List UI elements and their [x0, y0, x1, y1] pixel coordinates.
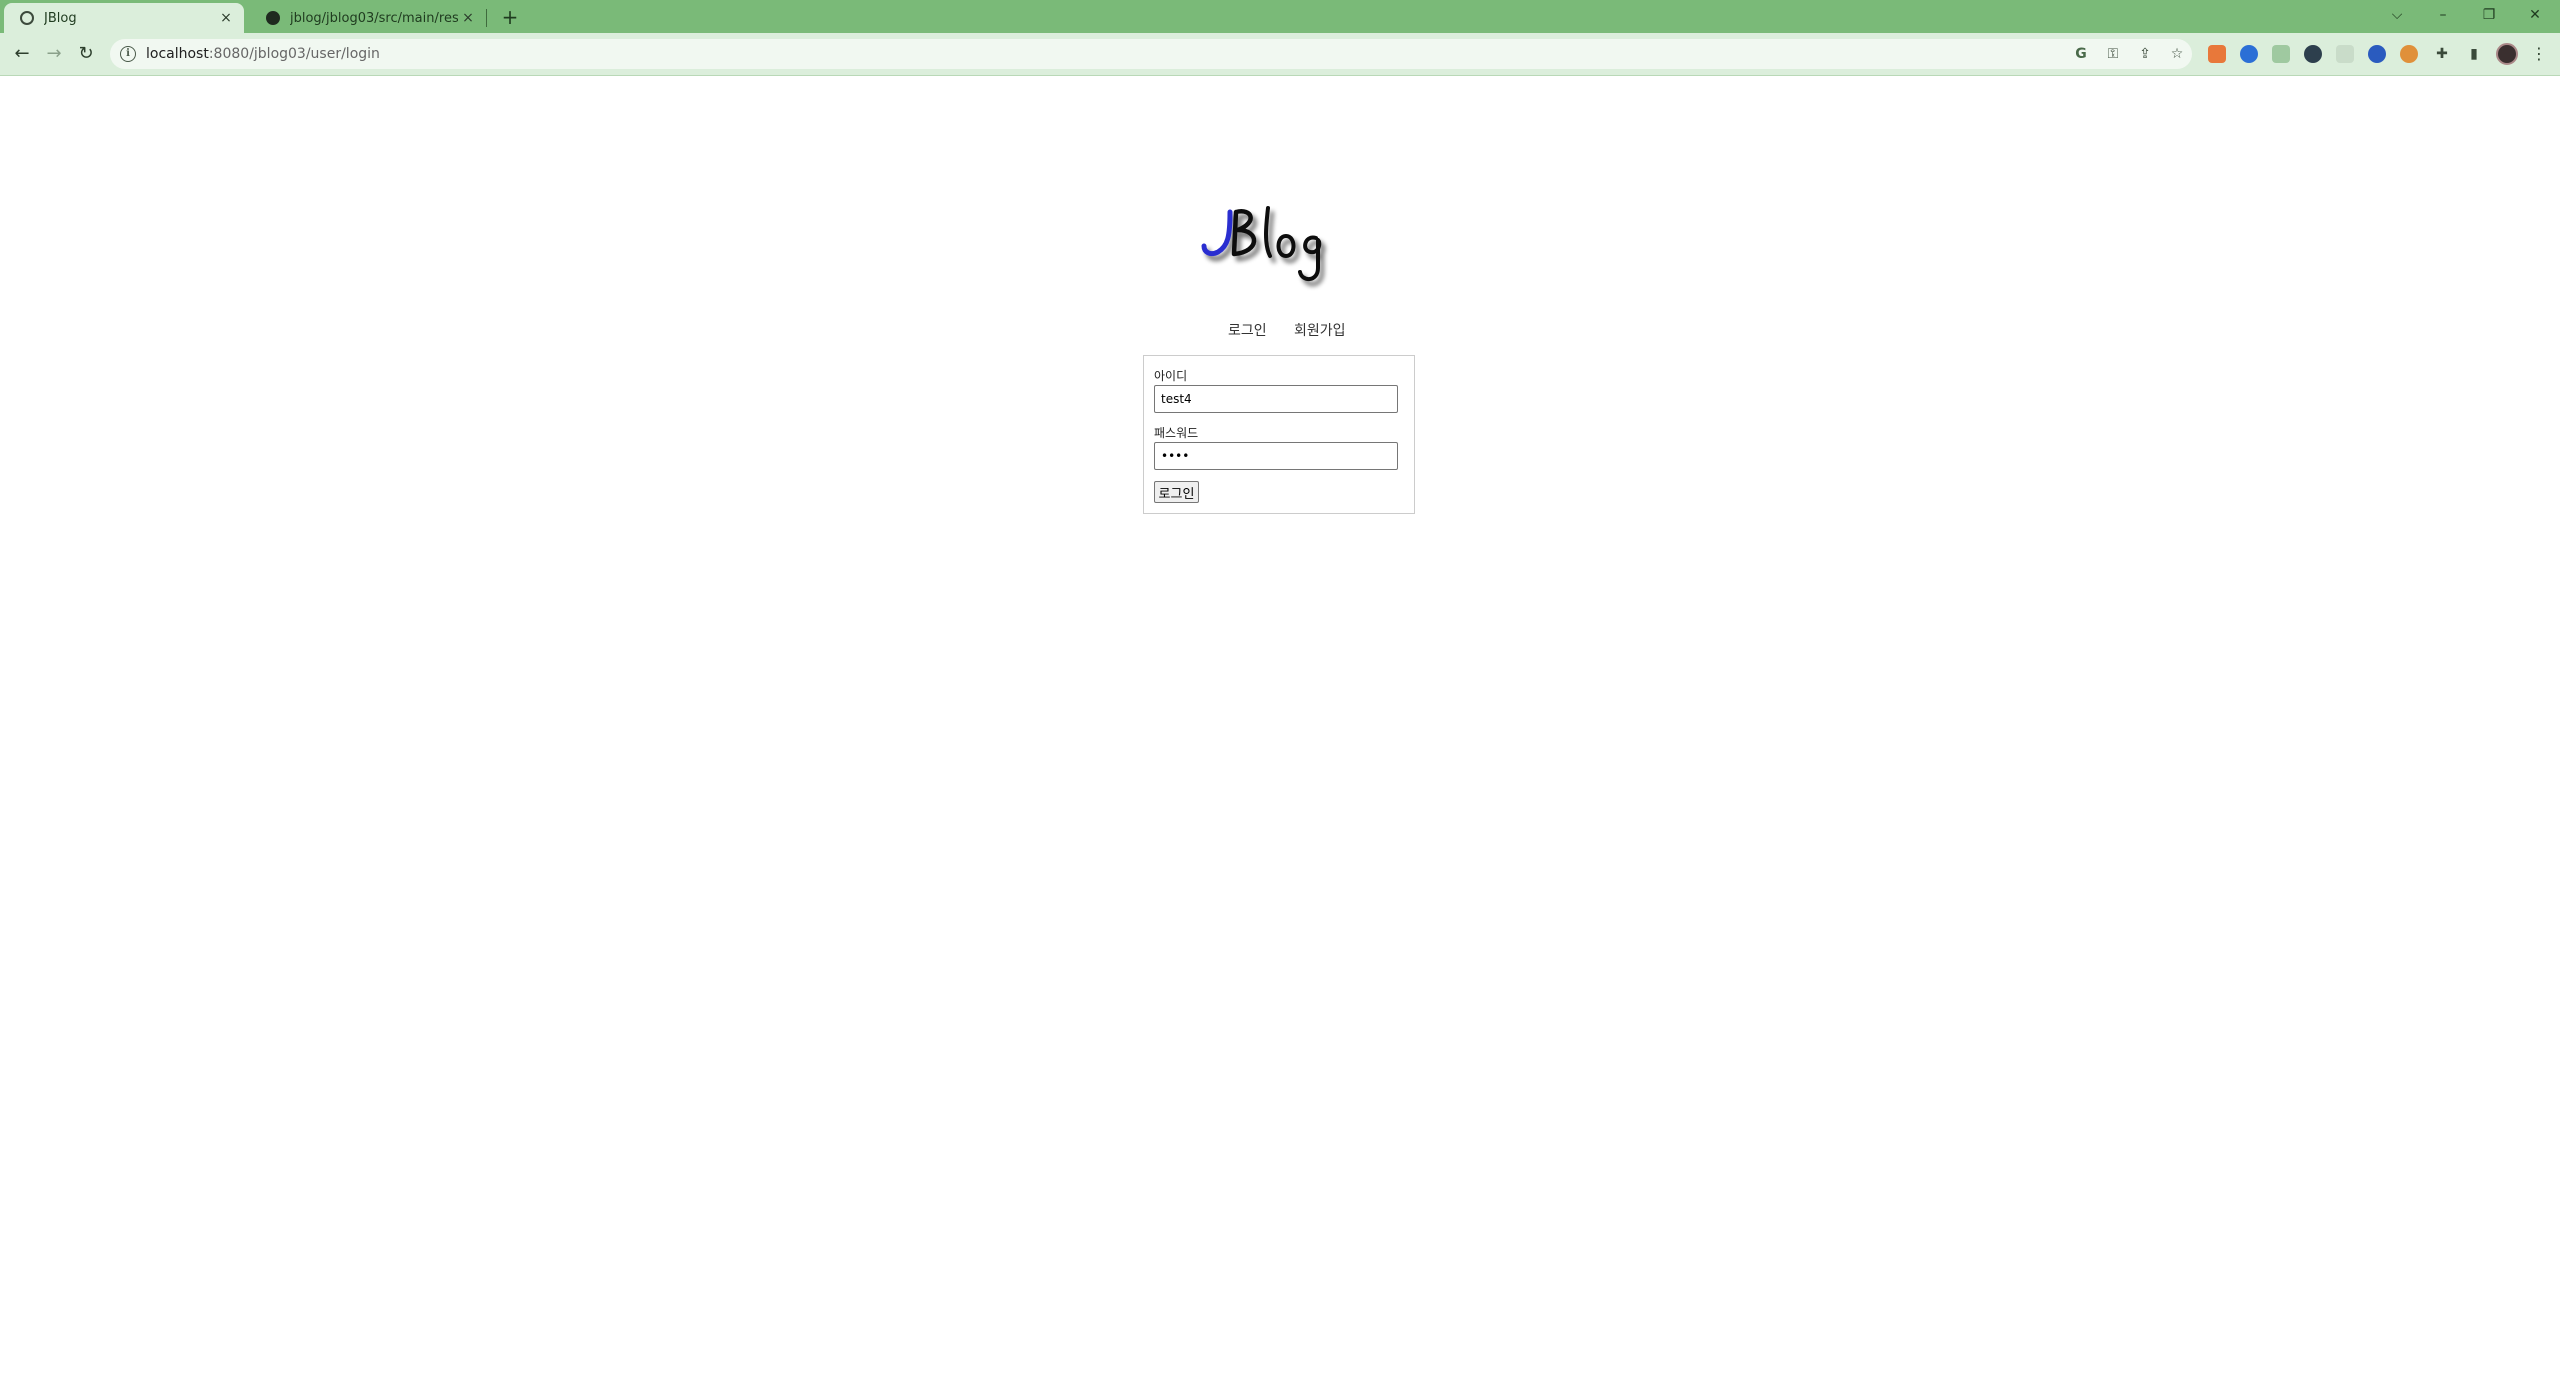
id-input[interactable]	[1154, 385, 1398, 413]
tab-search-icon[interactable]: ⌵	[2374, 0, 2420, 30]
jblog-logo	[1201, 206, 1322, 281]
extension-icon[interactable]	[2336, 45, 2354, 63]
minimize-button[interactable]: –	[2420, 0, 2466, 30]
key-icon[interactable]: ⚿	[2103, 44, 2123, 64]
id-label: 아이디	[1154, 369, 1188, 383]
address-url: localhost:8080/jblog03/user/login	[146, 46, 380, 62]
kebab-menu-icon[interactable]: ⋮	[2530, 42, 2548, 66]
tab-title: JBlog	[44, 10, 77, 26]
side-panel-icon[interactable]: ▮	[2464, 44, 2484, 64]
google-lens-icon[interactable]: G	[2071, 44, 2091, 64]
password-input[interactable]	[1154, 442, 1398, 470]
extension-icon[interactable]	[2304, 45, 2322, 63]
login-link[interactable]: 로그인	[1228, 320, 1267, 340]
login-submit-button[interactable]: 로그인	[1154, 481, 1199, 503]
window-close-button[interactable]: ✕	[2512, 0, 2558, 30]
bookmark-star-icon[interactable]: ☆	[2167, 44, 2187, 64]
new-tab-button[interactable]: +	[498, 3, 522, 31]
tab-jblog[interactable]: JBlog ×	[4, 3, 244, 33]
address-bar[interactable]: i localhost:8080/jblog03/user/login	[110, 39, 2192, 69]
tab-title: jblog/jblog03/src/main/resourc	[290, 10, 458, 26]
tab-close-icon[interactable]: ×	[216, 10, 236, 26]
profile-avatar[interactable]	[2496, 43, 2518, 65]
tab-separator	[486, 9, 487, 27]
extension-icon[interactable]	[2240, 45, 2258, 63]
info-icon[interactable]: i	[120, 46, 136, 62]
tab-close-icon[interactable]: ×	[458, 10, 478, 26]
signup-link[interactable]: 회원가입	[1294, 320, 1346, 340]
reload-button[interactable]: ↻	[72, 40, 100, 68]
github-icon	[266, 11, 280, 25]
share-icon[interactable]: ⇪	[2135, 44, 2155, 64]
url-path: :8080/jblog03/user/login	[208, 46, 380, 62]
arrow-left-icon: ←	[14, 43, 30, 64]
password-label: 패스워드	[1154, 426, 1199, 440]
globe-icon	[20, 11, 34, 25]
arrow-right-icon: →	[46, 43, 62, 64]
tab-strip: JBlog × jblog/jblog03/src/main/resourc ×…	[0, 0, 2560, 33]
extension-icon[interactable]	[2400, 45, 2418, 63]
url-host: localhost	[146, 46, 209, 62]
toolbar-divider	[0, 75, 2560, 76]
restore-button[interactable]: ❐	[2466, 0, 2512, 30]
extension-icon[interactable]	[2272, 45, 2290, 63]
reload-icon: ↻	[78, 43, 94, 64]
back-button[interactable]: ←	[8, 40, 36, 68]
extension-icon[interactable]	[2368, 45, 2386, 63]
extension-icon[interactable]	[2208, 45, 2226, 63]
forward-button[interactable]: →	[40, 40, 68, 68]
tab-github[interactable]: jblog/jblog03/src/main/resourc ×	[250, 3, 486, 33]
login-form: 아이디 패스워드 로그인	[1143, 355, 1415, 514]
puzzle-icon[interactable]: ✚	[2432, 44, 2452, 64]
